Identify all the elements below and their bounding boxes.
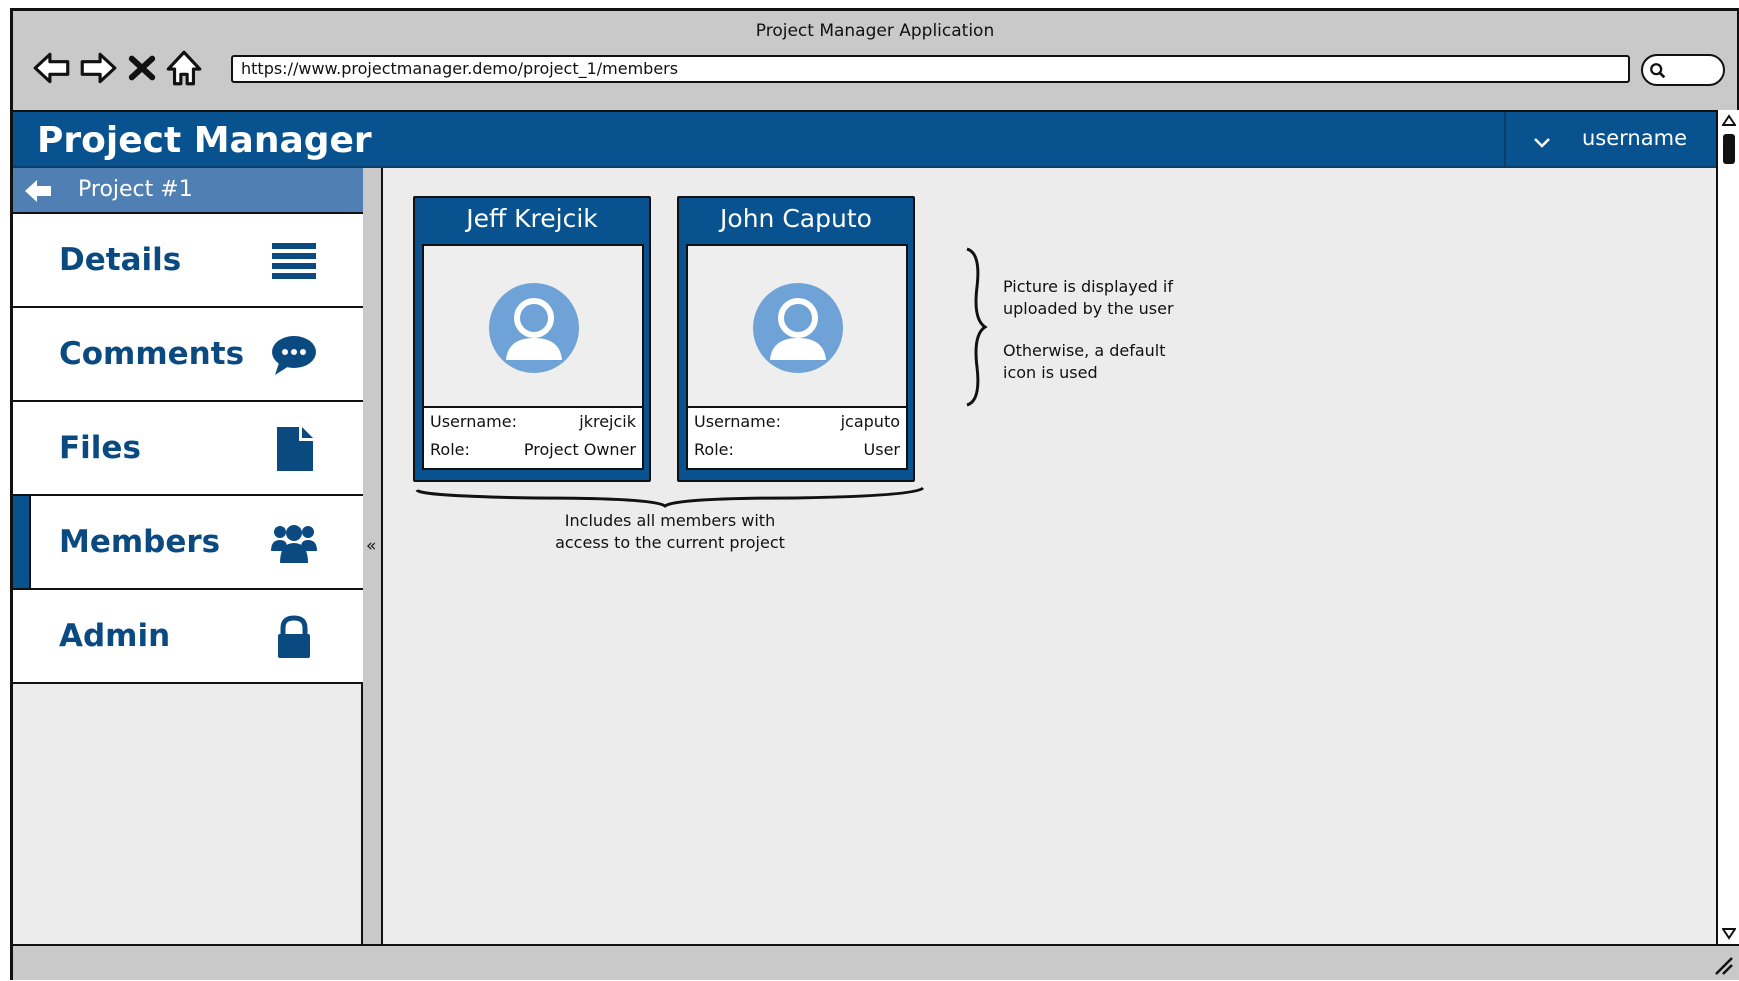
members-note-line: access to the current project (555, 533, 785, 552)
close-icon[interactable] (125, 47, 159, 89)
forward-icon[interactable] (77, 47, 119, 89)
url-input[interactable]: https://www.projectmanager.demo/project_… (231, 55, 1630, 83)
default-note-line: icon is used (1003, 363, 1098, 382)
username-value: jkrejcik (579, 412, 636, 431)
comment-icon (271, 333, 317, 377)
members-note: Includes all members with access to the … (415, 510, 925, 554)
role-key: Role: (430, 440, 470, 459)
user-avatar-icon (753, 283, 843, 373)
app-area: Project Manager username Project #1 Deta… (13, 110, 1716, 946)
username-label: username (1582, 126, 1687, 150)
sidebar-item-admin[interactable]: Admin (13, 590, 363, 684)
member-name: Jeff Krejcik (466, 204, 598, 233)
picture-note-line: Picture is displayed if (1003, 277, 1173, 296)
default-icon-note: Otherwise, a default icon is used (1003, 340, 1166, 384)
app-title: Project Manager (37, 120, 372, 161)
member-photo (422, 244, 644, 408)
browser-window: Project Manager Application https://www.… (10, 8, 1739, 980)
role-value: User (863, 440, 900, 459)
user-menu[interactable]: username (1504, 112, 1716, 168)
sidebar-item-label: Files (59, 430, 141, 466)
arrow-left-icon (25, 180, 51, 202)
member-card[interactable]: Jeff Krejcik Username: jkrejcik Role: Pr… (413, 196, 651, 482)
username-key: Username: (430, 412, 517, 431)
file-icon (271, 427, 317, 471)
double-chevron-left-icon: « (366, 536, 377, 556)
sidebar-item-label: Members (59, 524, 221, 560)
members-note-line: Includes all members with (564, 511, 776, 530)
picture-note: Picture is displayed if uploaded by the … (1003, 276, 1174, 320)
sidebar-item-label: Admin (59, 618, 171, 654)
sidebar-item-comments[interactable]: Comments (13, 308, 363, 402)
window-title: Project Manager Application (755, 21, 995, 41)
member-name: John Caputo (720, 204, 872, 233)
vertical-brace (966, 247, 988, 407)
username-value: jcaputo (840, 412, 900, 431)
sidebar-item-files[interactable]: Files (13, 402, 363, 496)
sidebar-item-label: Details (59, 242, 182, 278)
sidebar-collapse-toggle[interactable]: « (363, 168, 383, 946)
horizontal-brace (415, 486, 925, 508)
scroll-down-arrow-icon[interactable] (1722, 928, 1736, 940)
default-note-line: Otherwise, a default (1003, 341, 1166, 360)
username-key: Username: (694, 412, 781, 431)
member-info: Username: jcaputo Role: User (686, 406, 908, 470)
sidebar-item-details[interactable]: Details (13, 214, 363, 308)
member-photo (686, 244, 908, 408)
list-icon (271, 239, 317, 283)
back-to-project-button[interactable]: Project #1 (13, 168, 363, 214)
user-avatar-icon (489, 283, 579, 373)
status-bar (13, 944, 1739, 980)
chevron-down-icon (1534, 138, 1550, 148)
role-key: Role: (694, 440, 734, 459)
resize-grip-icon[interactable] (1712, 954, 1734, 976)
back-icon[interactable] (31, 47, 73, 89)
scroll-up-arrow-icon[interactable] (1722, 114, 1736, 126)
search-input[interactable] (1641, 54, 1725, 86)
lock-icon (271, 615, 317, 659)
app-header: Project Manager username (13, 112, 1716, 168)
member-card[interactable]: John Caputo Username: jcaputo Role: User (677, 196, 915, 482)
role-value: Project Owner (523, 440, 636, 459)
scroll-thumb[interactable] (1723, 134, 1735, 164)
vertical-scrollbar[interactable] (1716, 110, 1739, 944)
member-info: Username: jkrejcik Role: Project Owner (422, 406, 644, 470)
search-icon (1650, 63, 1666, 79)
users-icon (271, 521, 317, 565)
picture-note-line: uploaded by the user (1003, 299, 1174, 318)
sidebar-item-members[interactable]: Members (13, 496, 363, 590)
project-label: Project #1 (78, 177, 193, 202)
sidebar-item-label: Comments (59, 336, 245, 372)
home-icon[interactable] (163, 47, 205, 89)
sidebar: Project #1 Details Comments Files Member… (13, 168, 363, 946)
